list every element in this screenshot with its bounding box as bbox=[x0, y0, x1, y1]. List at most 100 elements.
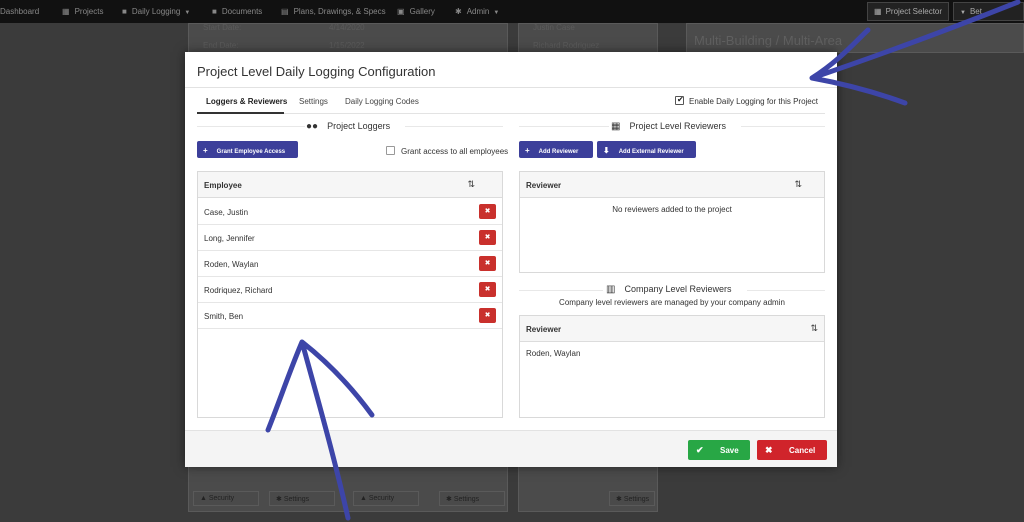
nav-daily-logging-label: Daily Logging bbox=[131, 7, 181, 16]
reviewer-table: Reviewer ⇅ No reviewers added to the pro… bbox=[519, 171, 825, 273]
close-icon: ✖ bbox=[765, 445, 773, 455]
end-date-value: 1/15/2022 bbox=[329, 41, 365, 50]
background-list-item: Justin Case bbox=[533, 23, 575, 32]
add-external-reviewer-button[interactable]: ⬇ Add External Reviewer bbox=[597, 141, 696, 158]
section-divider bbox=[741, 126, 825, 127]
add-external-reviewer-label: Add External Reviewer bbox=[618, 149, 684, 155]
enable-daily-logging-checkbox[interactable]: ✔ bbox=[675, 95, 684, 105]
close-icon: ✖ bbox=[484, 286, 491, 293]
save-button[interactable]: ✔ Save bbox=[688, 440, 750, 460]
table-row: Case, Justin ✖ bbox=[198, 199, 502, 225]
gear-icon: ✱ bbox=[276, 496, 284, 503]
remove-button[interactable]: ✖ bbox=[479, 230, 496, 245]
employee-name: Smith, Ben bbox=[204, 312, 244, 321]
settings-button[interactable]: ✱ Settings bbox=[269, 491, 335, 506]
settings-label: Settings bbox=[623, 496, 650, 503]
folder-icon: ■ bbox=[212, 7, 217, 16]
settings-label: Settings bbox=[453, 496, 480, 503]
lock-icon: ▲ bbox=[360, 495, 369, 502]
gear-icon: ✱ bbox=[446, 496, 454, 503]
grant-all-employees-checkbox[interactable] bbox=[386, 146, 395, 155]
security-button[interactable]: ▲ Security bbox=[193, 491, 259, 506]
section-divider bbox=[405, 126, 503, 127]
close-icon: ✖ bbox=[484, 312, 491, 319]
add-reviewer-button[interactable]: + Add Reviewer bbox=[519, 141, 593, 158]
download-icon: ⬇ bbox=[603, 146, 610, 155]
settings-button[interactable]: ✱ Settings bbox=[439, 491, 505, 506]
active-tab-indicator bbox=[197, 112, 284, 114]
table-row: Smith, Ben ✖ bbox=[198, 303, 502, 329]
remove-button[interactable]: ✖ bbox=[479, 282, 496, 297]
project-selector-button[interactable]: ▦ Project Selector bbox=[867, 2, 949, 21]
building-icon: ▦ bbox=[62, 7, 70, 16]
nav-dashboard[interactable]: Dashboard bbox=[0, 7, 39, 16]
remove-button[interactable]: ✖ bbox=[479, 256, 496, 271]
section-divider bbox=[519, 126, 609, 127]
sort-icon[interactable]: ⇅ bbox=[794, 179, 802, 190]
table-row: Long, Jennifer ✖ bbox=[198, 225, 502, 251]
remove-button[interactable]: ✖ bbox=[479, 204, 496, 219]
modal-footer: ✔ Save ✖ Cancel bbox=[185, 430, 837, 467]
gear-icon: ✱ bbox=[455, 7, 462, 16]
company-reviewer-table: Reviewer ⇅ Roden, Waylan bbox=[519, 315, 825, 418]
security-label: Security bbox=[208, 495, 235, 502]
nav-projects[interactable]: ▦ Projects bbox=[62, 7, 103, 16]
modal-header-divider bbox=[185, 87, 837, 88]
company-reviewers-heading-text: Company Level Reviewers bbox=[624, 284, 732, 294]
remove-button[interactable]: ✖ bbox=[479, 308, 496, 323]
settings-button[interactable]: ✱ Settings bbox=[609, 491, 655, 506]
background-card-footer: ▲ Security ✱ Settings ▲ Security ✱ Setti… bbox=[188, 466, 508, 512]
cancel-label: Cancel bbox=[789, 446, 816, 455]
bank-icon: ▥ bbox=[606, 284, 616, 295]
nav-documents[interactable]: ■ Documents bbox=[212, 7, 262, 16]
project-reviewers-heading-text: Project Level Reviewers bbox=[629, 121, 726, 131]
building-icon: ▦ bbox=[611, 121, 621, 132]
background-card-footer: ✱ Settings bbox=[518, 466, 658, 512]
grant-employee-access-button[interactable]: + Grant Employee Access bbox=[197, 141, 298, 158]
nav-admin[interactable]: ✱ Admin ▼ bbox=[455, 7, 499, 16]
config-modal: Project Level Daily Logging Configuratio… bbox=[185, 52, 837, 467]
tab-settings[interactable]: Settings bbox=[299, 97, 328, 106]
nav-dashboard-label: Dashboard bbox=[0, 7, 40, 16]
sort-icon[interactable]: ⇅ bbox=[810, 323, 818, 334]
modal-title: Project Level Daily Logging Configuratio… bbox=[197, 64, 436, 79]
tab-loggers-reviewers[interactable]: Loggers & Reviewers bbox=[206, 97, 287, 106]
user-menu-label: Bet bbox=[969, 7, 982, 16]
top-nav-bar: Dashboard ▦ Projects ■ Daily Logging ▼ ■ Doc… bbox=[0, 0, 1024, 23]
sort-icon[interactable]: ⇅ bbox=[467, 179, 475, 190]
table-row: Roden, Waylan ✖ bbox=[198, 251, 502, 277]
security-button[interactable]: ▲ Security bbox=[353, 491, 419, 506]
chevron-down-icon: ▼ bbox=[184, 10, 191, 16]
start-date-value: 4/14/2020 bbox=[329, 23, 365, 32]
security-label: Security bbox=[368, 495, 395, 502]
nav-admin-label: Admin bbox=[466, 7, 490, 16]
background-card-heading: Multi-Building / Multi-Area bbox=[686, 23, 1024, 53]
grant-all-employees-label: Grant access to all employees bbox=[401, 147, 509, 156]
employee-table-header: Employee ⇅ bbox=[198, 172, 502, 198]
image-icon: ▣ bbox=[397, 7, 405, 16]
save-label: Save bbox=[720, 446, 739, 455]
close-icon: ✖ bbox=[484, 260, 491, 267]
employee-name: Roden, Waylan bbox=[204, 260, 259, 269]
gear-icon: ✱ bbox=[616, 496, 624, 503]
chevron-down-icon: ▼ bbox=[493, 10, 500, 16]
cancel-button[interactable]: ✖ Cancel bbox=[757, 440, 827, 460]
tab-daily-logging-codes[interactable]: Daily Logging Codes bbox=[345, 97, 419, 106]
user-menu-button[interactable]: ▼ Bet bbox=[953, 2, 1024, 21]
nav-gallery[interactable]: ▣ Gallery bbox=[397, 7, 435, 16]
company-reviewers-subtitle: Company level reviewers are managed by y… bbox=[559, 298, 785, 307]
project-selector-label: Project Selector bbox=[885, 7, 943, 16]
employee-table: Employee ⇅ Case, Justin ✖ Long, Jennifer ✖… bbox=[197, 171, 503, 418]
section-divider bbox=[747, 290, 825, 291]
employee-name: Long, Jennifer bbox=[204, 234, 255, 243]
nav-daily-logging[interactable]: ■ Daily Logging ▼ bbox=[122, 7, 190, 16]
nav-projects-label: Projects bbox=[74, 7, 104, 16]
project-loggers-heading-text: Project Loggers bbox=[327, 121, 391, 131]
close-icon: ✖ bbox=[484, 208, 491, 215]
nav-documents-label: Documents bbox=[221, 7, 263, 16]
file-icon: ▤ bbox=[281, 7, 289, 16]
close-icon: ✖ bbox=[484, 234, 491, 241]
enable-daily-logging-label: Enable Daily Logging for this Project bbox=[689, 97, 818, 106]
building-icon: ▦ bbox=[874, 7, 882, 16]
nav-plans[interactable]: ▤ Plans, Drawings, & Specs bbox=[281, 7, 386, 16]
